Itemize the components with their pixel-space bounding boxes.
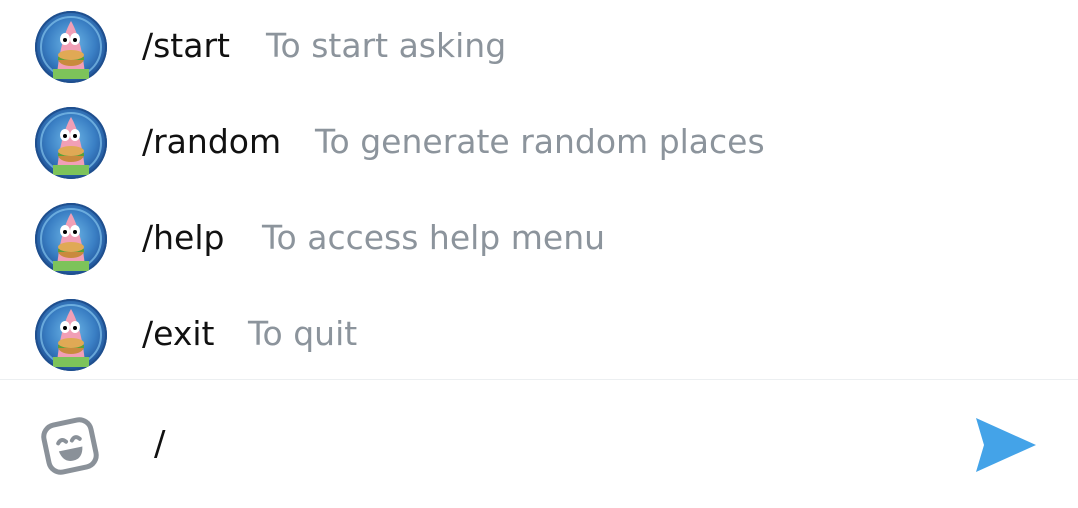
message-input[interactable] (150, 418, 914, 470)
command-suggestion-list: /start To start asking /random To genera… (0, 0, 1078, 378)
command-name: /exit (142, 314, 215, 353)
bot-avatar (35, 203, 107, 275)
command-name: /random (142, 122, 282, 161)
command-description: To generate random places (315, 122, 765, 161)
command-name: /help (142, 218, 225, 257)
command-description: To start asking (266, 26, 507, 65)
command-name: /start (142, 26, 230, 65)
bot-avatar (35, 11, 107, 83)
command-description: To access help menu (262, 218, 606, 257)
command-item-start[interactable]: /start To start asking (0, 0, 1078, 94)
command-item-help[interactable]: /help To access help menu (0, 190, 1078, 286)
bot-avatar (35, 107, 107, 179)
command-description: To quit (248, 314, 358, 353)
emoji-smile-icon[interactable] (40, 416, 100, 476)
send-icon[interactable] (972, 414, 1040, 476)
message-input-bar (0, 380, 1078, 508)
bot-avatar (35, 299, 107, 371)
command-item-exit[interactable]: /exit To quit (0, 286, 1078, 382)
command-item-random[interactable]: /random To generate random places (0, 94, 1078, 190)
